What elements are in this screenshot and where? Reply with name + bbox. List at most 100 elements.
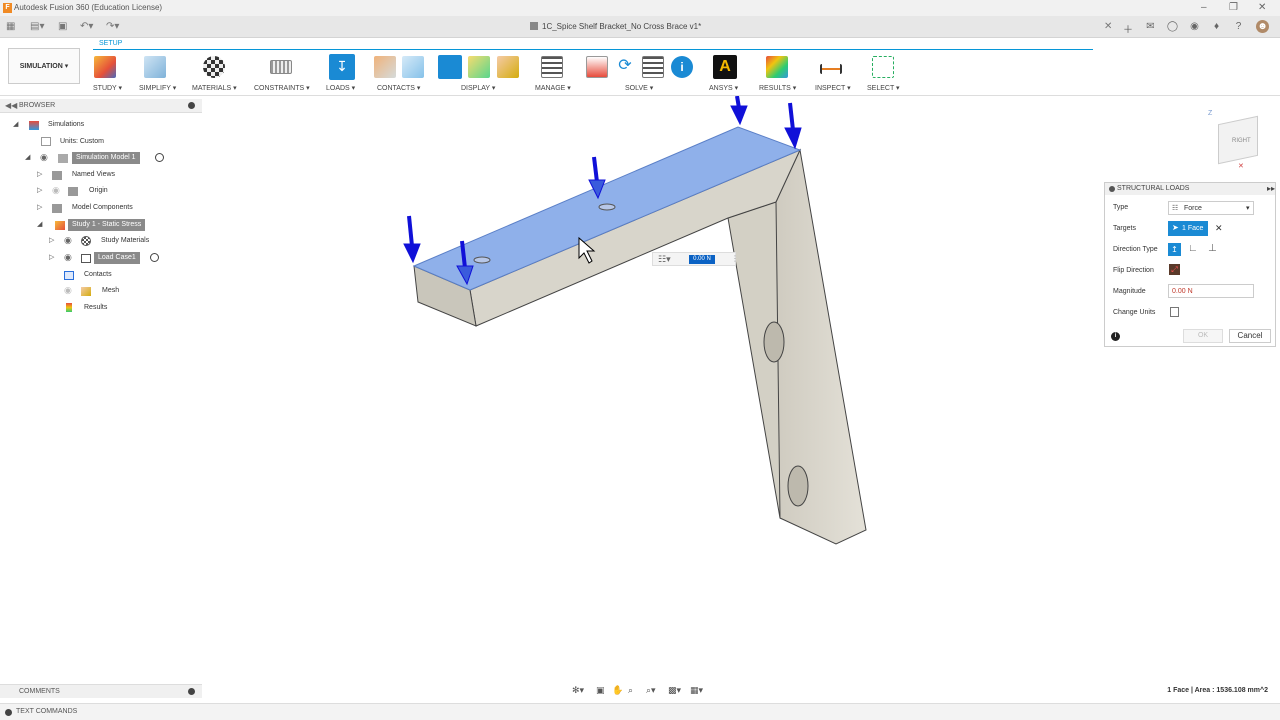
grid-settings-icon[interactable]: ▦▾	[690, 685, 703, 696]
manage-menu[interactable]: MANAGE ▾	[535, 84, 571, 92]
job-status-list-icon[interactable]	[642, 56, 664, 78]
visibility-eye-icon[interactable]: ◉	[40, 152, 48, 163]
help-icon[interactable]: ?	[1232, 20, 1245, 33]
tree-item-named-views[interactable]: Named Views	[72, 169, 115, 181]
comments-panel-header[interactable]: COMMENTS	[0, 684, 202, 698]
ansys-icon[interactable]: A	[713, 55, 737, 79]
manage-icon[interactable]	[541, 56, 563, 78]
tree-item-origin[interactable]: Origin	[89, 185, 108, 197]
expand-model-icon[interactable]: ◢	[25, 153, 30, 161]
contacts-menu[interactable]: CONTACTS ▾	[377, 84, 420, 92]
expand-components-icon[interactable]: ▷	[37, 203, 42, 211]
materials-icon[interactable]	[203, 56, 225, 78]
materials-menu[interactable]: MATERIALS ▾	[192, 84, 237, 92]
visibility-eye-icon[interactable]: ◉	[64, 252, 72, 263]
expand-panel-icon[interactable]: ▸▸	[1267, 183, 1275, 195]
browser-panel-header[interactable]: ◀◀ BROWSER	[0, 99, 202, 113]
loads-menu[interactable]: LOADS ▾	[326, 84, 355, 92]
user-avatar[interactable]: ☻	[1256, 20, 1269, 33]
zoom-icon[interactable]: ⌕	[628, 685, 633, 696]
results-menu[interactable]: RESULTS ▾	[759, 84, 796, 92]
tree-item-model-components[interactable]: Model Components	[72, 202, 133, 214]
expand-study-icon[interactable]: ◢	[37, 220, 42, 228]
text-commands-bar[interactable]: TEXT COMMANDS	[0, 703, 1280, 720]
tree-item-units[interactable]: Units: Custom	[60, 136, 104, 148]
solve-icon[interactable]	[586, 56, 608, 78]
tree-item-load-case[interactable]: Load Case1	[94, 252, 140, 264]
expand-named-views-icon[interactable]: ▷	[37, 170, 42, 178]
collapse-browser-icon[interactable]: ◀◀	[5, 101, 17, 110]
flip-direction-icon[interactable]: ⤢	[1169, 264, 1180, 275]
expand-origin-icon[interactable]: ▷	[37, 186, 42, 194]
add-comment-icon[interactable]	[188, 688, 195, 695]
select-icon[interactable]	[872, 56, 894, 78]
tree-item-study-materials[interactable]: Study Materials	[101, 235, 149, 247]
tree-item-study[interactable]: Study 1 - Static Stress	[68, 219, 146, 231]
direction-normal-icon[interactable]: ↥	[1168, 243, 1181, 256]
minimize-icon[interactable]: –	[1201, 2, 1207, 13]
activate-radio-icon[interactable]	[155, 153, 164, 162]
tree-item-contacts[interactable]: Contacts	[84, 269, 112, 281]
display-settings-icon[interactable]: ▩▾	[668, 685, 681, 696]
tree-item-mesh[interactable]: Mesh	[102, 285, 119, 297]
workspace-switcher[interactable]: SIMULATION ▾	[8, 48, 80, 84]
ok-button[interactable]: OK	[1183, 329, 1223, 343]
direction-angle-icon[interactable]: ∟	[1188, 243, 1198, 254]
restore-icon[interactable]: ❐	[1229, 2, 1238, 13]
constraints-menu[interactable]: CONSTRAINTS ▾	[254, 84, 310, 92]
job-status-icon[interactable]: ◯	[1166, 20, 1179, 33]
app-grid-icon[interactable]: ▦	[6, 21, 15, 32]
solve-menu[interactable]: SOLVE ▾	[625, 84, 653, 92]
tree-item-simulations[interactable]: Simulations	[48, 119, 84, 131]
info-icon[interactable]: i	[671, 56, 693, 78]
contact-manager-icon[interactable]	[402, 56, 424, 78]
display-menu[interactable]: DISPLAY ▾	[461, 84, 495, 92]
force-direction-icon[interactable]: ☷▾	[658, 254, 671, 265]
direction-vector-icon[interactable]: ⊥	[1208, 243, 1217, 254]
display-mesh-icon[interactable]	[497, 56, 519, 78]
inspect-menu[interactable]: INSPECT ▾	[815, 84, 851, 92]
hidden-eye-icon[interactable]: ◉	[64, 285, 72, 296]
study-icon[interactable]	[94, 56, 116, 78]
expand-simulations-icon[interactable]: ◢	[13, 120, 18, 128]
simplify-icon[interactable]	[144, 56, 166, 78]
document-tab[interactable]: 1C_Spice Shelf Bracket_No Cross Brace v1…	[530, 22, 701, 31]
view-cube[interactable]: Z RIGHT ✕	[1206, 110, 1270, 174]
browser-pin-icon[interactable]	[188, 102, 195, 109]
refresh-solve-icon[interactable]: ⟳	[614, 56, 636, 78]
inline-magnitude-input[interactable]: 0.00 N	[689, 255, 715, 264]
select-menu[interactable]: SELECT ▾	[867, 84, 900, 92]
loads-icon[interactable]: ↧	[329, 54, 355, 80]
drag-handle-icon[interactable]: ⋮	[731, 254, 739, 263]
simplify-menu[interactable]: SIMPLIFY ▾	[139, 84, 176, 92]
new-tab-icon[interactable]: ＋	[1123, 21, 1133, 36]
measure-icon[interactable]	[820, 64, 842, 74]
notifications-icon[interactable]: ♦	[1210, 20, 1223, 33]
cancel-button[interactable]: Cancel	[1229, 329, 1271, 343]
study-menu[interactable]: STUDY ▾	[93, 84, 122, 92]
redo-icon[interactable]: ↷▾	[106, 21, 119, 32]
chat-icon[interactable]: ✉	[1144, 20, 1157, 33]
file-menu-icon[interactable]: ▤▾	[30, 21, 44, 32]
close-tab-icon[interactable]: ✕	[1104, 21, 1112, 32]
undo-icon[interactable]: ↶▾	[80, 21, 93, 32]
tree-item-results[interactable]: Results	[84, 302, 107, 314]
constraints-icon[interactable]	[270, 60, 292, 74]
hidden-eye-icon[interactable]: ◉	[52, 185, 60, 196]
visibility-eye-icon[interactable]: ◉	[64, 235, 72, 246]
display-settings-icon[interactable]	[468, 56, 490, 78]
close-window-icon[interactable]: ✕	[1258, 2, 1266, 13]
tree-item-simulation-model[interactable]: Simulation Model 1	[72, 152, 140, 164]
structural-loads-header[interactable]: STRUCTURAL LOADS ▸▸	[1105, 183, 1275, 195]
magnitude-input[interactable]: 0.00 N	[1168, 284, 1254, 298]
change-units-icon[interactable]	[1170, 307, 1179, 317]
online-status-icon[interactable]: ◉	[1188, 20, 1201, 33]
ansys-menu[interactable]: ANSYS ▾	[709, 84, 738, 92]
orbit-icon[interactable]: ✻▾	[572, 685, 584, 696]
tab-setup[interactable]: SETUP	[99, 40, 122, 47]
pan-icon[interactable]: ✋	[612, 685, 623, 696]
type-dropdown[interactable]: ☷ Force ▾	[1168, 201, 1254, 215]
save-icon[interactable]: ▣	[58, 21, 67, 32]
results-icon[interactable]	[766, 56, 788, 78]
info-icon[interactable]: i	[1111, 332, 1120, 341]
